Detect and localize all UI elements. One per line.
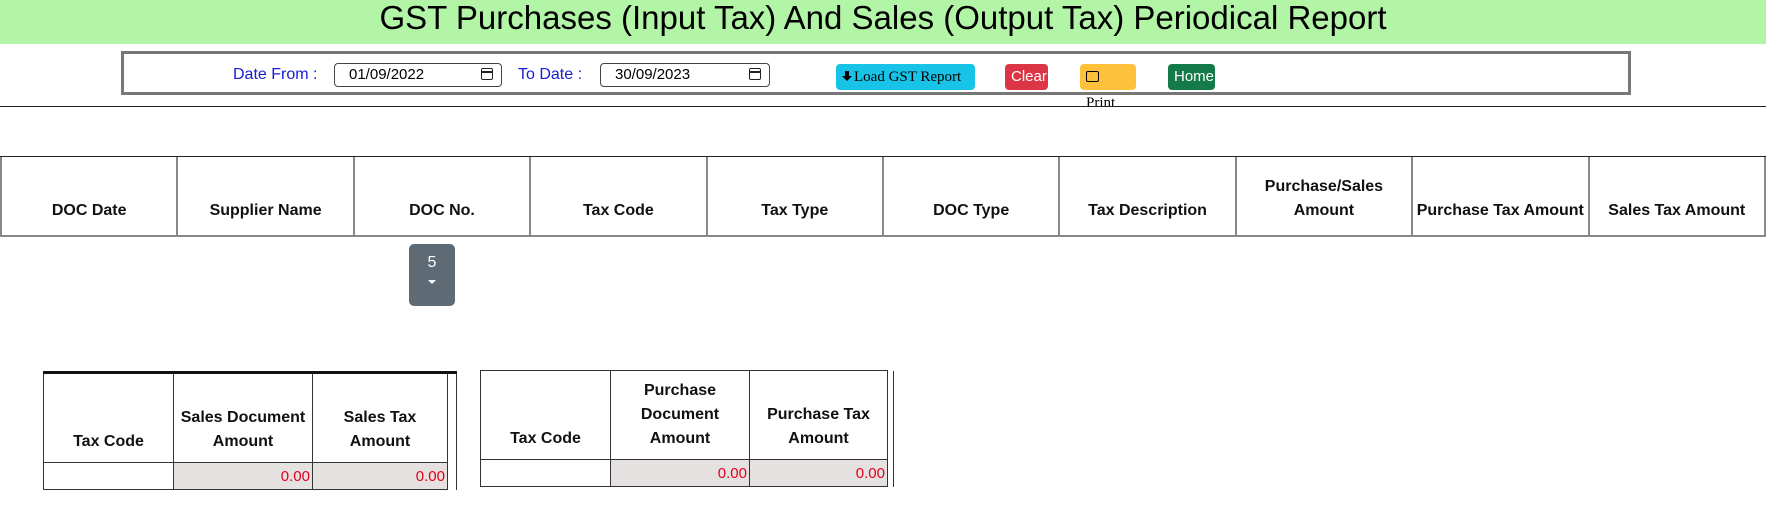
column-header[interactable]: DOC No.	[352, 157, 532, 237]
page-title: GST Purchases (Input Tax) And Sales (Out…	[379, 0, 1387, 36]
table-row: 0.00 0.00	[480, 459, 894, 487]
purchase-summary-table: Tax Code Purchase Document Amount Purcha…	[480, 370, 894, 487]
gst-report-table: DOC Date Supplier Name DOC No. Tax Code …	[0, 157, 1766, 237]
sales-document-amount-cell: 0.00	[173, 462, 313, 490]
sales-tax-amount-cell: 0.00	[312, 462, 448, 490]
clear-button-label: Clear	[1011, 68, 1047, 85]
table-header-row: DOC Date Supplier Name DOC No. Tax Code …	[0, 157, 1766, 237]
column-spacer	[447, 372, 457, 463]
calendar-icon[interactable]	[749, 68, 761, 80]
clear-button[interactable]: Clear	[1005, 64, 1048, 90]
page-size-dropdown[interactable]: 5	[409, 244, 455, 306]
column-spacer	[887, 370, 894, 460]
home-button-label: Home	[1174, 68, 1215, 85]
column-header[interactable]: Supplier Name	[176, 157, 355, 237]
column-header: Sales Document Amount	[173, 372, 313, 463]
column-spacer	[447, 462, 457, 490]
column-header[interactable]: Tax Description	[1058, 157, 1237, 237]
tax-code-cell	[480, 459, 611, 487]
print-button[interactable]: Print	[1080, 64, 1136, 111]
load-gst-report-button[interactable]: Load GST Report	[836, 64, 975, 90]
table-header-row: Tax Code Sales Document Amount Sales Tax…	[43, 372, 457, 463]
column-header: Purchase Tax Amount	[749, 370, 888, 460]
column-header[interactable]: DOC Type	[881, 157, 1061, 237]
to-date-input[interactable]: 30/09/2023	[600, 63, 770, 87]
column-header: Purchase Document Amount	[610, 370, 750, 460]
home-button[interactable]: Home	[1168, 64, 1215, 90]
print-icon	[1086, 71, 1099, 82]
page-header: GST Purchases (Input Tax) And Sales (Out…	[0, 0, 1766, 44]
column-header: Sales Tax Amount	[312, 372, 448, 463]
purchase-tax-amount-cell: 0.00	[749, 459, 888, 487]
calendar-icon[interactable]	[481, 68, 493, 80]
divider	[0, 106, 1766, 107]
column-header[interactable]: Sales Tax Amount	[1587, 157, 1766, 237]
download-icon	[842, 71, 852, 82]
table-header-row: Tax Code Purchase Document Amount Purcha…	[480, 370, 894, 460]
tax-code-cell	[43, 462, 174, 490]
column-header[interactable]: Purchase/Sales Amount	[1234, 157, 1414, 237]
print-button-label: Print	[1086, 95, 1116, 111]
column-header[interactable]: Tax Type	[705, 157, 884, 237]
column-header[interactable]: DOC Date	[0, 157, 179, 237]
sales-summary-table: Tax Code Sales Document Amount Sales Tax…	[43, 371, 457, 490]
chevron-down-icon	[428, 280, 436, 284]
date-from-input[interactable]: 01/09/2022	[334, 63, 502, 87]
page-size-value: 5	[427, 254, 437, 271]
filter-bar: Date From : 01/09/2022 To Date : 30/09/2…	[121, 51, 1631, 111]
purchase-document-amount-cell: 0.00	[610, 459, 750, 487]
to-date-value: 30/09/2023	[615, 66, 691, 83]
date-from-label: Date From :	[233, 66, 318, 83]
column-header[interactable]: Purchase Tax Amount	[1411, 157, 1590, 237]
table-row: 0.00 0.00	[43, 462, 457, 490]
column-spacer	[887, 459, 894, 487]
to-date-label: To Date :	[518, 66, 583, 83]
column-header: Tax Code	[480, 370, 611, 460]
load-button-label: Load GST Report	[854, 69, 962, 85]
column-header: Tax Code	[43, 372, 174, 463]
date-from-value: 01/09/2022	[349, 66, 425, 83]
column-header[interactable]: Tax Code	[529, 157, 708, 237]
